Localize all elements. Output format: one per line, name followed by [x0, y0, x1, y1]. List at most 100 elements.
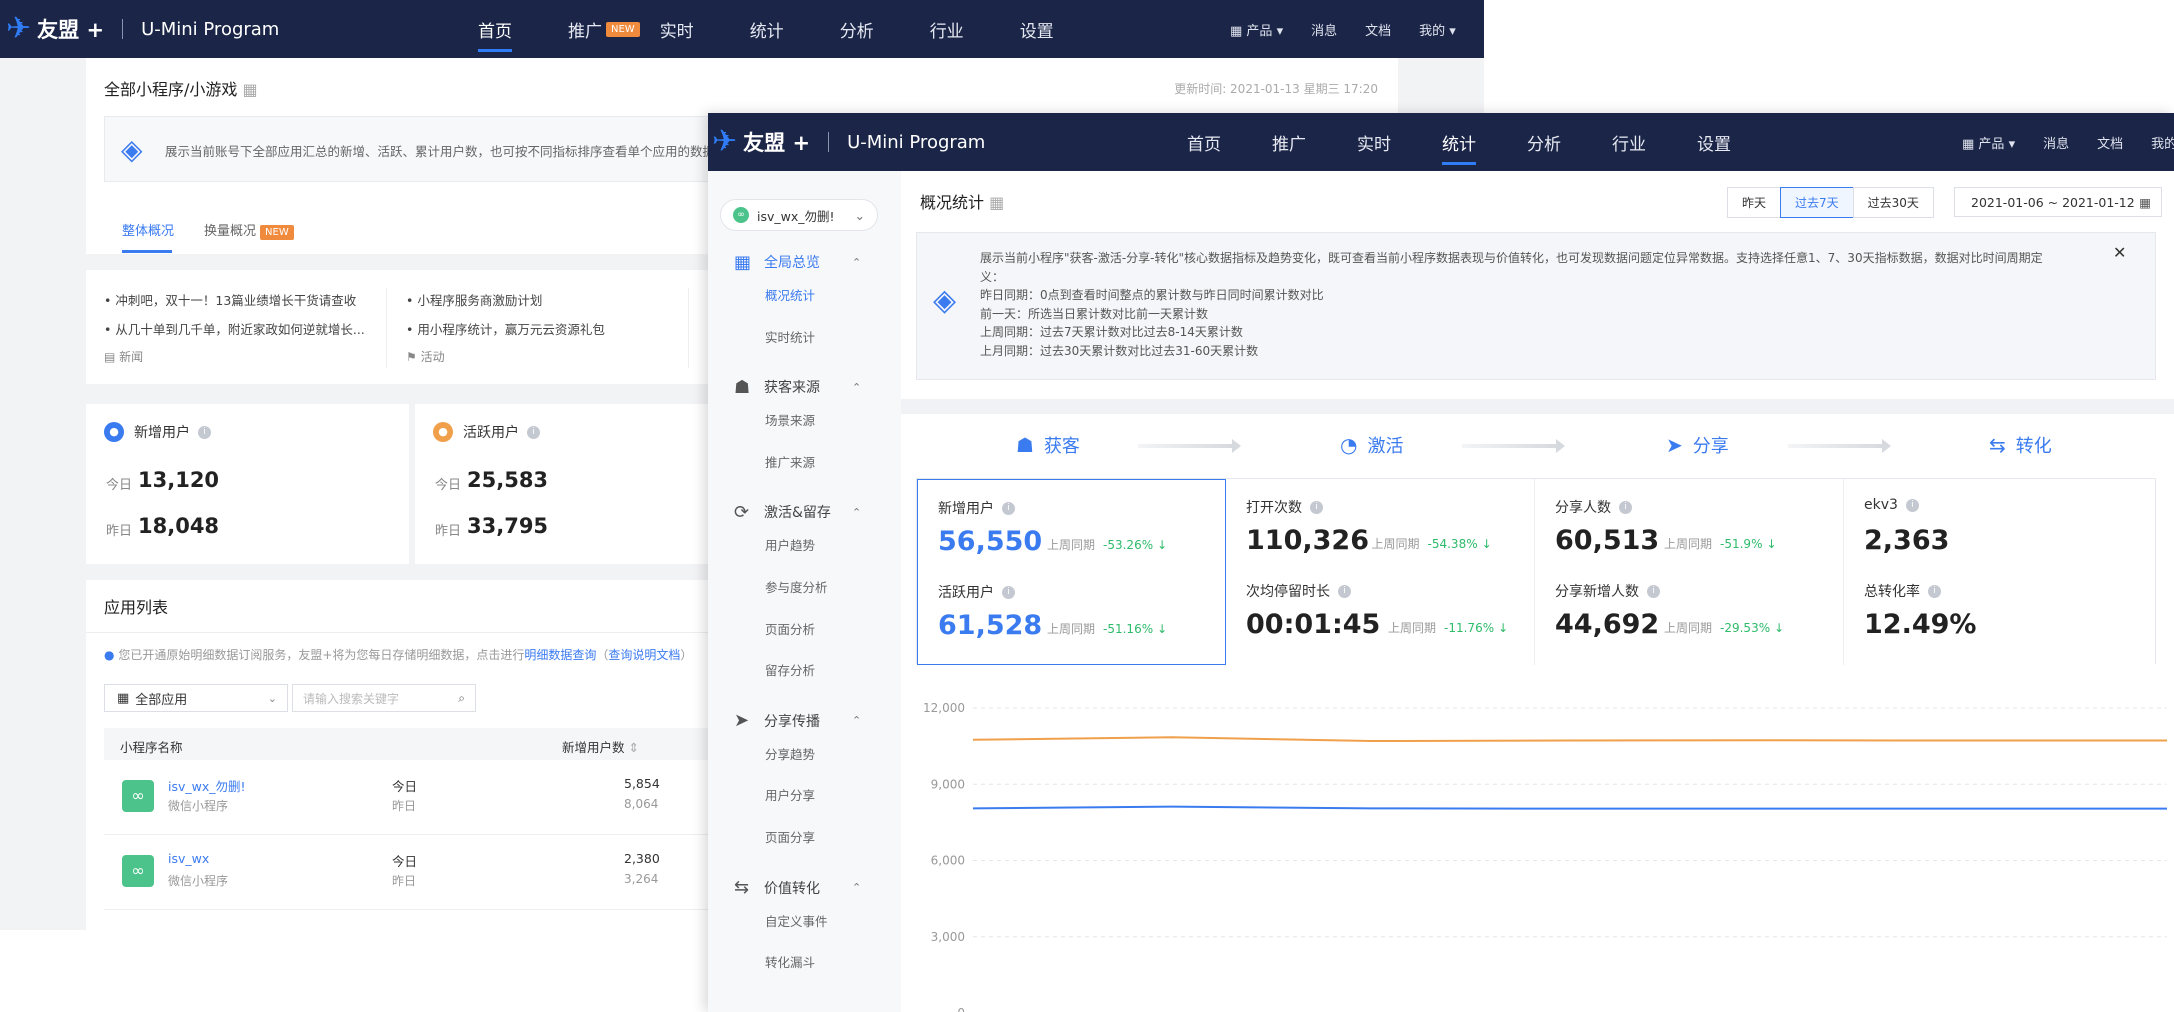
app-selector[interactable]: ∞ isv_wx_勿删! ⌄	[720, 199, 878, 231]
product-menu[interactable]: ▦ 产品 ▾	[1962, 133, 2015, 152]
info-icon[interactable]: i	[1002, 585, 1015, 599]
compare-percent: -51.16%	[1103, 622, 1154, 636]
nav-stats[interactable]: 统计	[750, 0, 784, 58]
nav-realtime[interactable]: 实时	[660, 0, 694, 58]
sidebar-item[interactable]: 场景来源	[765, 410, 815, 429]
logo[interactable]: ✈ 友盟 + U-Mini Program	[712, 113, 985, 171]
nav-promote[interactable]: 推广	[1272, 113, 1306, 171]
sidebar-item[interactable]: 转化漏斗	[765, 952, 815, 971]
messages-link[interactable]: 消息	[1311, 20, 1337, 39]
tab-overall[interactable]: 整体概况	[122, 220, 174, 239]
chevron-up-icon: ⌃	[852, 881, 862, 895]
docs-link[interactable]: 文档	[1365, 20, 1391, 39]
nav-stats[interactable]: 统计	[1442, 113, 1476, 171]
yesterday-value: 18,048	[138, 514, 220, 538]
date-range-picker[interactable]: 2021-01-06 ~ 2021-01-12 ▦	[1954, 187, 2162, 217]
activity-item[interactable]: • 小程序服务商激励计划	[406, 290, 542, 309]
tab-exchange[interactable]: 换量概况 NEW	[204, 220, 294, 240]
range-yesterday-button[interactable]: 昨天	[1727, 187, 1782, 218]
metric-label: 打开次数 i	[1246, 497, 1323, 517]
metric-cell[interactable]: ekv3 i 2,363 总转化率 i 12.49%	[1844, 479, 2155, 665]
info-icon[interactable]: i	[1338, 584, 1351, 598]
info-icon[interactable]: i	[1928, 584, 1941, 598]
metric-label-text: 次均停留时长	[1246, 584, 1330, 600]
info-icon[interactable]: i	[1619, 500, 1632, 514]
nav-promote[interactable]: 推广 NEW	[568, 0, 640, 58]
col-new-users[interactable]: 新增用户数 ⇕	[562, 737, 639, 756]
info-icon[interactable]: i	[198, 425, 211, 439]
info-icon[interactable]: i	[1905, 498, 1919, 512]
nav-label: 行业	[929, 21, 964, 42]
metric-value: 12.49%	[1864, 609, 1977, 640]
book-icon[interactable]: ▦	[243, 80, 258, 99]
sidebar-item[interactable]: 页面分析	[765, 619, 815, 638]
active-users-card: ● 活跃用户 i 今日 25,583 昨日 33,795	[415, 404, 738, 564]
search-icon[interactable]: ⌕	[458, 691, 465, 706]
sidebar-group-0[interactable]: ▦ 全局总览 ⌃	[708, 247, 901, 277]
main-nav: 首页 推广 实时 统计 分析 行业 设置	[1187, 113, 1787, 171]
nav-industry[interactable]: 行业	[1612, 113, 1646, 171]
sidebar-item[interactable]: 用户趋势	[765, 535, 815, 554]
today-label: 今日	[106, 478, 133, 493]
metric-cell[interactable]: 打开次数 i 110,326 上周同期 -54.38% ↓ 次均停留时长 i 00:01:45 上…	[1226, 479, 1535, 665]
detail-query-link[interactable]: 明细数据查询	[524, 648, 596, 662]
sidebar-group-2[interactable]: ⟳ 激活&留存 ⌃	[708, 497, 901, 527]
my-menu[interactable]: 我的	[2151, 133, 2174, 152]
search-input[interactable]: 请输入搜索关键字 ⌕	[292, 684, 476, 712]
news-item[interactable]: • 从几十单到几千单，附近家政如何逆就增长...	[104, 319, 365, 338]
metric-cell[interactable]: 新增用户 i 56,550 上周同期 -53.26% ↓ 活跃用户 i 61,528 上周同期 -5…	[917, 479, 1226, 665]
nav-settings[interactable]: 设置	[1020, 0, 1054, 58]
my-menu[interactable]: 我的 ▾	[1419, 20, 1456, 39]
sidebar-item[interactable]: 留存分析	[765, 660, 815, 679]
nav-analysis[interactable]: 分析	[840, 0, 874, 58]
sidebar-item[interactable]: 自定义事件	[765, 911, 828, 930]
sidebar-item[interactable]: 推广来源	[765, 452, 815, 471]
nav-analysis[interactable]: 分析	[1527, 113, 1561, 171]
metric-cell[interactable]: 分享人数 i 60,513 上周同期 -51.9% ↓ 分享新增人数 i 44,692 上周同期 -…	[1535, 479, 1844, 665]
sidebar-group-label: 全局总览	[764, 255, 820, 271]
nav-industry[interactable]: 行业	[930, 0, 964, 58]
app-filter-select[interactable]: ▦ 全部应用 ⌄	[104, 684, 288, 712]
messages-link[interactable]: 消息	[2043, 133, 2069, 152]
nav-home[interactable]: 首页	[1187, 113, 1221, 171]
right-menu: ▦ 产品 ▾ 消息 文档 我的	[1934, 113, 2174, 171]
news-item[interactable]: • 冲刺吧，双十一！13篇业绩增长干货请查收	[104, 290, 356, 309]
close-icon[interactable]: ✕	[2113, 243, 2126, 262]
sidebar-group-3[interactable]: ➤ 分享传播 ⌃	[708, 706, 901, 736]
nav-settings[interactable]: 设置	[1697, 113, 1731, 171]
sidebar-group-4[interactable]: ⇆ 价值转化 ⌃	[708, 873, 901, 903]
foreground-window: ✈ 友盟 + U-Mini Program 首页 推广 实时 统计 分析 行业 …	[708, 113, 2174, 1012]
sidebar-item[interactable]: 概况统计	[765, 285, 815, 304]
range-30days-button[interactable]: 过去30天	[1852, 187, 1934, 218]
sidebar-group-1[interactable]: ☗ 获客来源 ⌃	[708, 372, 901, 402]
sidebar-item[interactable]: 实时统计	[765, 327, 815, 346]
trend-line-chart: 12,0009,0006,0003,00002021-01-062021-01-…	[923, 701, 2168, 1012]
nav-realtime[interactable]: 实时	[1357, 113, 1391, 171]
compare-label: 上周同期	[1047, 622, 1096, 636]
today-value: 5,854	[624, 776, 660, 791]
compare-label: 上周同期	[1388, 621, 1437, 635]
sidebar-item[interactable]: 用户分享	[765, 785, 815, 804]
logo[interactable]: ✈ 友盟 + U-Mini Program	[6, 0, 279, 58]
info-icon[interactable]: i	[527, 425, 540, 439]
range-7days-button[interactable]: 过去7天	[1780, 187, 1854, 218]
product-menu[interactable]: ▦ 产品 ▾	[1230, 20, 1283, 39]
nav-home[interactable]: 首页	[478, 0, 512, 58]
info-icon[interactable]: i	[1647, 584, 1660, 598]
sidebar-item[interactable]: 参与度分析	[765, 577, 828, 596]
sidebar-item[interactable]: 页面分享	[765, 827, 815, 846]
activity-text: 用小程序统计，赢万元云资源礼包	[417, 322, 605, 337]
app-name-link[interactable]: isv_wx_勿删!	[168, 776, 246, 795]
flow-arrow	[1138, 439, 1241, 453]
book-icon[interactable]: ▦	[989, 193, 1004, 212]
flow-arrow	[1462, 439, 1565, 453]
metric-label-text: 分享人数	[1555, 500, 1611, 516]
info-icon[interactable]: i	[1310, 500, 1323, 514]
info-icon[interactable]: i	[1002, 501, 1015, 515]
sort-icon[interactable]: ⇕	[629, 740, 639, 755]
docs-link[interactable]: 文档	[2097, 133, 2123, 152]
activity-item[interactable]: • 用小程序统计，赢万元云资源礼包	[406, 319, 605, 338]
sidebar-item[interactable]: 分享趋势	[765, 744, 815, 763]
query-doc-link[interactable]: 查询说明文档	[608, 648, 680, 662]
app-name-link[interactable]: isv_wx	[168, 851, 209, 866]
